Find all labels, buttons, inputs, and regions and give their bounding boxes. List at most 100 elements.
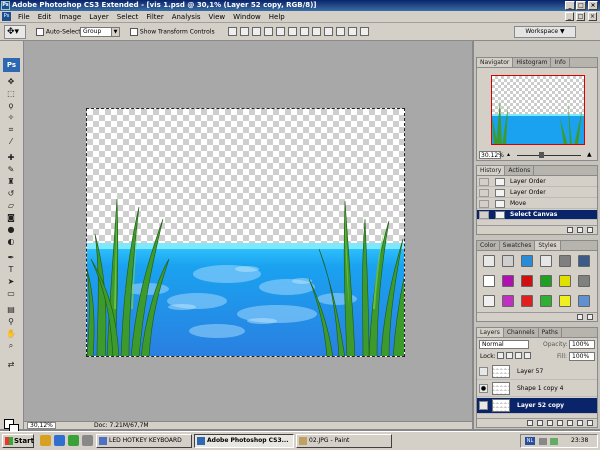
layer-row[interactable]: ● Shape 1 copy 4: [477, 381, 597, 397]
tab-color[interactable]: Color: [477, 241, 500, 250]
zoom-in-icon[interactable]: ▲: [587, 151, 592, 158]
tab-paths[interactable]: Paths: [539, 328, 562, 337]
zoom-slider[interactable]: [517, 155, 581, 156]
style-swatch[interactable]: [559, 295, 571, 307]
healing-brush-icon[interactable]: ✚: [4, 152, 18, 163]
paint-bucket-icon[interactable]: ◙: [4, 212, 18, 223]
blur-tool-icon[interactable]: ●: [4, 224, 18, 235]
maximize-icon[interactable]: □: [576, 1, 586, 10]
visibility-toggle[interactable]: [479, 367, 488, 376]
eyedropper-icon[interactable]: ⚲: [4, 316, 18, 327]
doc-restore-icon[interactable]: □: [576, 12, 585, 21]
close-icon[interactable]: ×: [588, 1, 598, 10]
distribute-right-icon[interactable]: [360, 27, 369, 36]
tab-layers[interactable]: Layers: [477, 328, 504, 337]
auto-select-checkbox[interactable]: [36, 28, 44, 36]
tool-preset-picker[interactable]: ✥▾: [4, 25, 26, 39]
style-swatch[interactable]: [502, 275, 514, 287]
history-source-box[interactable]: [479, 211, 489, 219]
menu-file[interactable]: File: [14, 11, 34, 23]
style-swatch[interactable]: [540, 295, 552, 307]
style-swatch[interactable]: [521, 275, 533, 287]
hand-tool-icon[interactable]: ✋: [4, 328, 18, 339]
tab-channels[interactable]: Channels: [504, 328, 539, 337]
style-swatch[interactable]: [540, 275, 552, 287]
menu-edit[interactable]: Edit: [34, 11, 56, 23]
history-source-box[interactable]: [479, 178, 489, 186]
adjustment-layer-icon[interactable]: [557, 420, 563, 426]
layer-row[interactable]: Layer 57: [477, 364, 597, 380]
zoom-slider-thumb[interactable]: [539, 152, 544, 158]
menu-window[interactable]: Window: [229, 11, 265, 23]
zoom-field[interactable]: 30,12%: [27, 422, 56, 429]
tab-history[interactable]: History: [477, 166, 506, 175]
trash-icon[interactable]: [587, 314, 593, 320]
new-style-icon[interactable]: [577, 314, 583, 320]
layer-row-selected[interactable]: Layer 52 copy: [477, 398, 597, 414]
quicklaunch-desktop-icon[interactable]: [82, 435, 93, 446]
align-bottom-icon[interactable]: [252, 27, 261, 36]
slice-tool-icon[interactable]: ⁄: [4, 136, 18, 147]
minimize-icon[interactable]: _: [565, 1, 575, 10]
lock-transparency-icon[interactable]: [497, 352, 504, 359]
link-layers-icon[interactable]: [527, 420, 533, 426]
style-swatch[interactable]: [502, 255, 514, 267]
tab-info[interactable]: Info: [551, 58, 570, 67]
fill-field[interactable]: 100%: [569, 352, 595, 361]
zoom-tool-icon[interactable]: ⌕: [4, 340, 18, 351]
tab-swatches[interactable]: Swatches: [500, 241, 536, 250]
quicklaunch-media-icon[interactable]: [68, 435, 79, 446]
style-swatch[interactable]: [483, 275, 495, 287]
style-swatch[interactable]: [540, 255, 552, 267]
dodge-tool-icon[interactable]: ◐: [4, 236, 18, 247]
doc-info[interactable]: Doc: 7.21M/67,7M: [94, 422, 149, 430]
workspace-button[interactable]: Workspace ▼: [514, 26, 576, 38]
menu-help[interactable]: Help: [265, 11, 289, 23]
new-layer-icon[interactable]: [577, 420, 583, 426]
notes-tool-icon[interactable]: ▤: [4, 304, 18, 315]
distribute-top-icon[interactable]: [300, 27, 309, 36]
tab-actions[interactable]: Actions: [505, 166, 535, 175]
navigator-zoom-field[interactable]: 30.12%: [479, 151, 504, 159]
doc-close-icon[interactable]: ×: [588, 12, 597, 21]
pen-tool-icon[interactable]: ✒: [4, 252, 18, 263]
task-paint[interactable]: 02.JPG - Paint: [296, 434, 392, 448]
history-item[interactable]: Layer Order: [477, 188, 597, 198]
style-swatch[interactable]: [559, 255, 571, 267]
show-transform-checkbox[interactable]: [130, 28, 138, 36]
tab-histogram[interactable]: Histogram: [513, 58, 552, 67]
zoom-out-icon[interactable]: ▴: [507, 151, 510, 158]
task-led-hotkey[interactable]: LED HOTKEY KEYBOARD: [96, 434, 192, 448]
menu-select[interactable]: Select: [113, 11, 143, 23]
magic-wand-icon[interactable]: ✧: [4, 112, 18, 123]
blend-mode-dropdown[interactable]: Normal: [479, 340, 529, 349]
style-swatch[interactable]: [502, 295, 514, 307]
align-top-icon[interactable]: [228, 27, 237, 36]
tab-styles[interactable]: Styles: [535, 241, 561, 250]
style-swatch[interactable]: [578, 295, 590, 307]
eye-icon[interactable]: ●: [479, 384, 488, 393]
align-right-icon[interactable]: [288, 27, 297, 36]
history-source-box[interactable]: [479, 189, 489, 197]
clone-stamp-icon[interactable]: ♜: [4, 176, 18, 187]
style-swatch[interactable]: [521, 295, 533, 307]
lock-all-icon[interactable]: [524, 352, 531, 359]
distribute-vcenter-icon[interactable]: [312, 27, 321, 36]
task-photoshop[interactable]: Adobe Photoshop CS3...: [194, 434, 294, 448]
lock-position-icon[interactable]: [515, 352, 522, 359]
navigator-preview[interactable]: [491, 75, 585, 145]
swap-colors-icon[interactable]: ⇄: [4, 359, 18, 370]
type-tool-icon[interactable]: T: [4, 264, 18, 275]
network-icon[interactable]: [539, 438, 547, 445]
history-source-box[interactable]: [479, 200, 489, 208]
layer-mask-icon[interactable]: [547, 420, 553, 426]
image-canvas[interactable]: [86, 108, 405, 357]
new-document-icon[interactable]: [567, 227, 573, 233]
distribute-left-icon[interactable]: [336, 27, 345, 36]
quicklaunch-ie-icon[interactable]: [54, 435, 65, 446]
history-brush-icon[interactable]: ↺: [4, 188, 18, 199]
menu-view[interactable]: View: [205, 11, 230, 23]
document-icon[interactable]: Ps: [2, 12, 11, 21]
menu-analysis[interactable]: Analysis: [168, 11, 205, 23]
style-swatch[interactable]: [483, 295, 495, 307]
